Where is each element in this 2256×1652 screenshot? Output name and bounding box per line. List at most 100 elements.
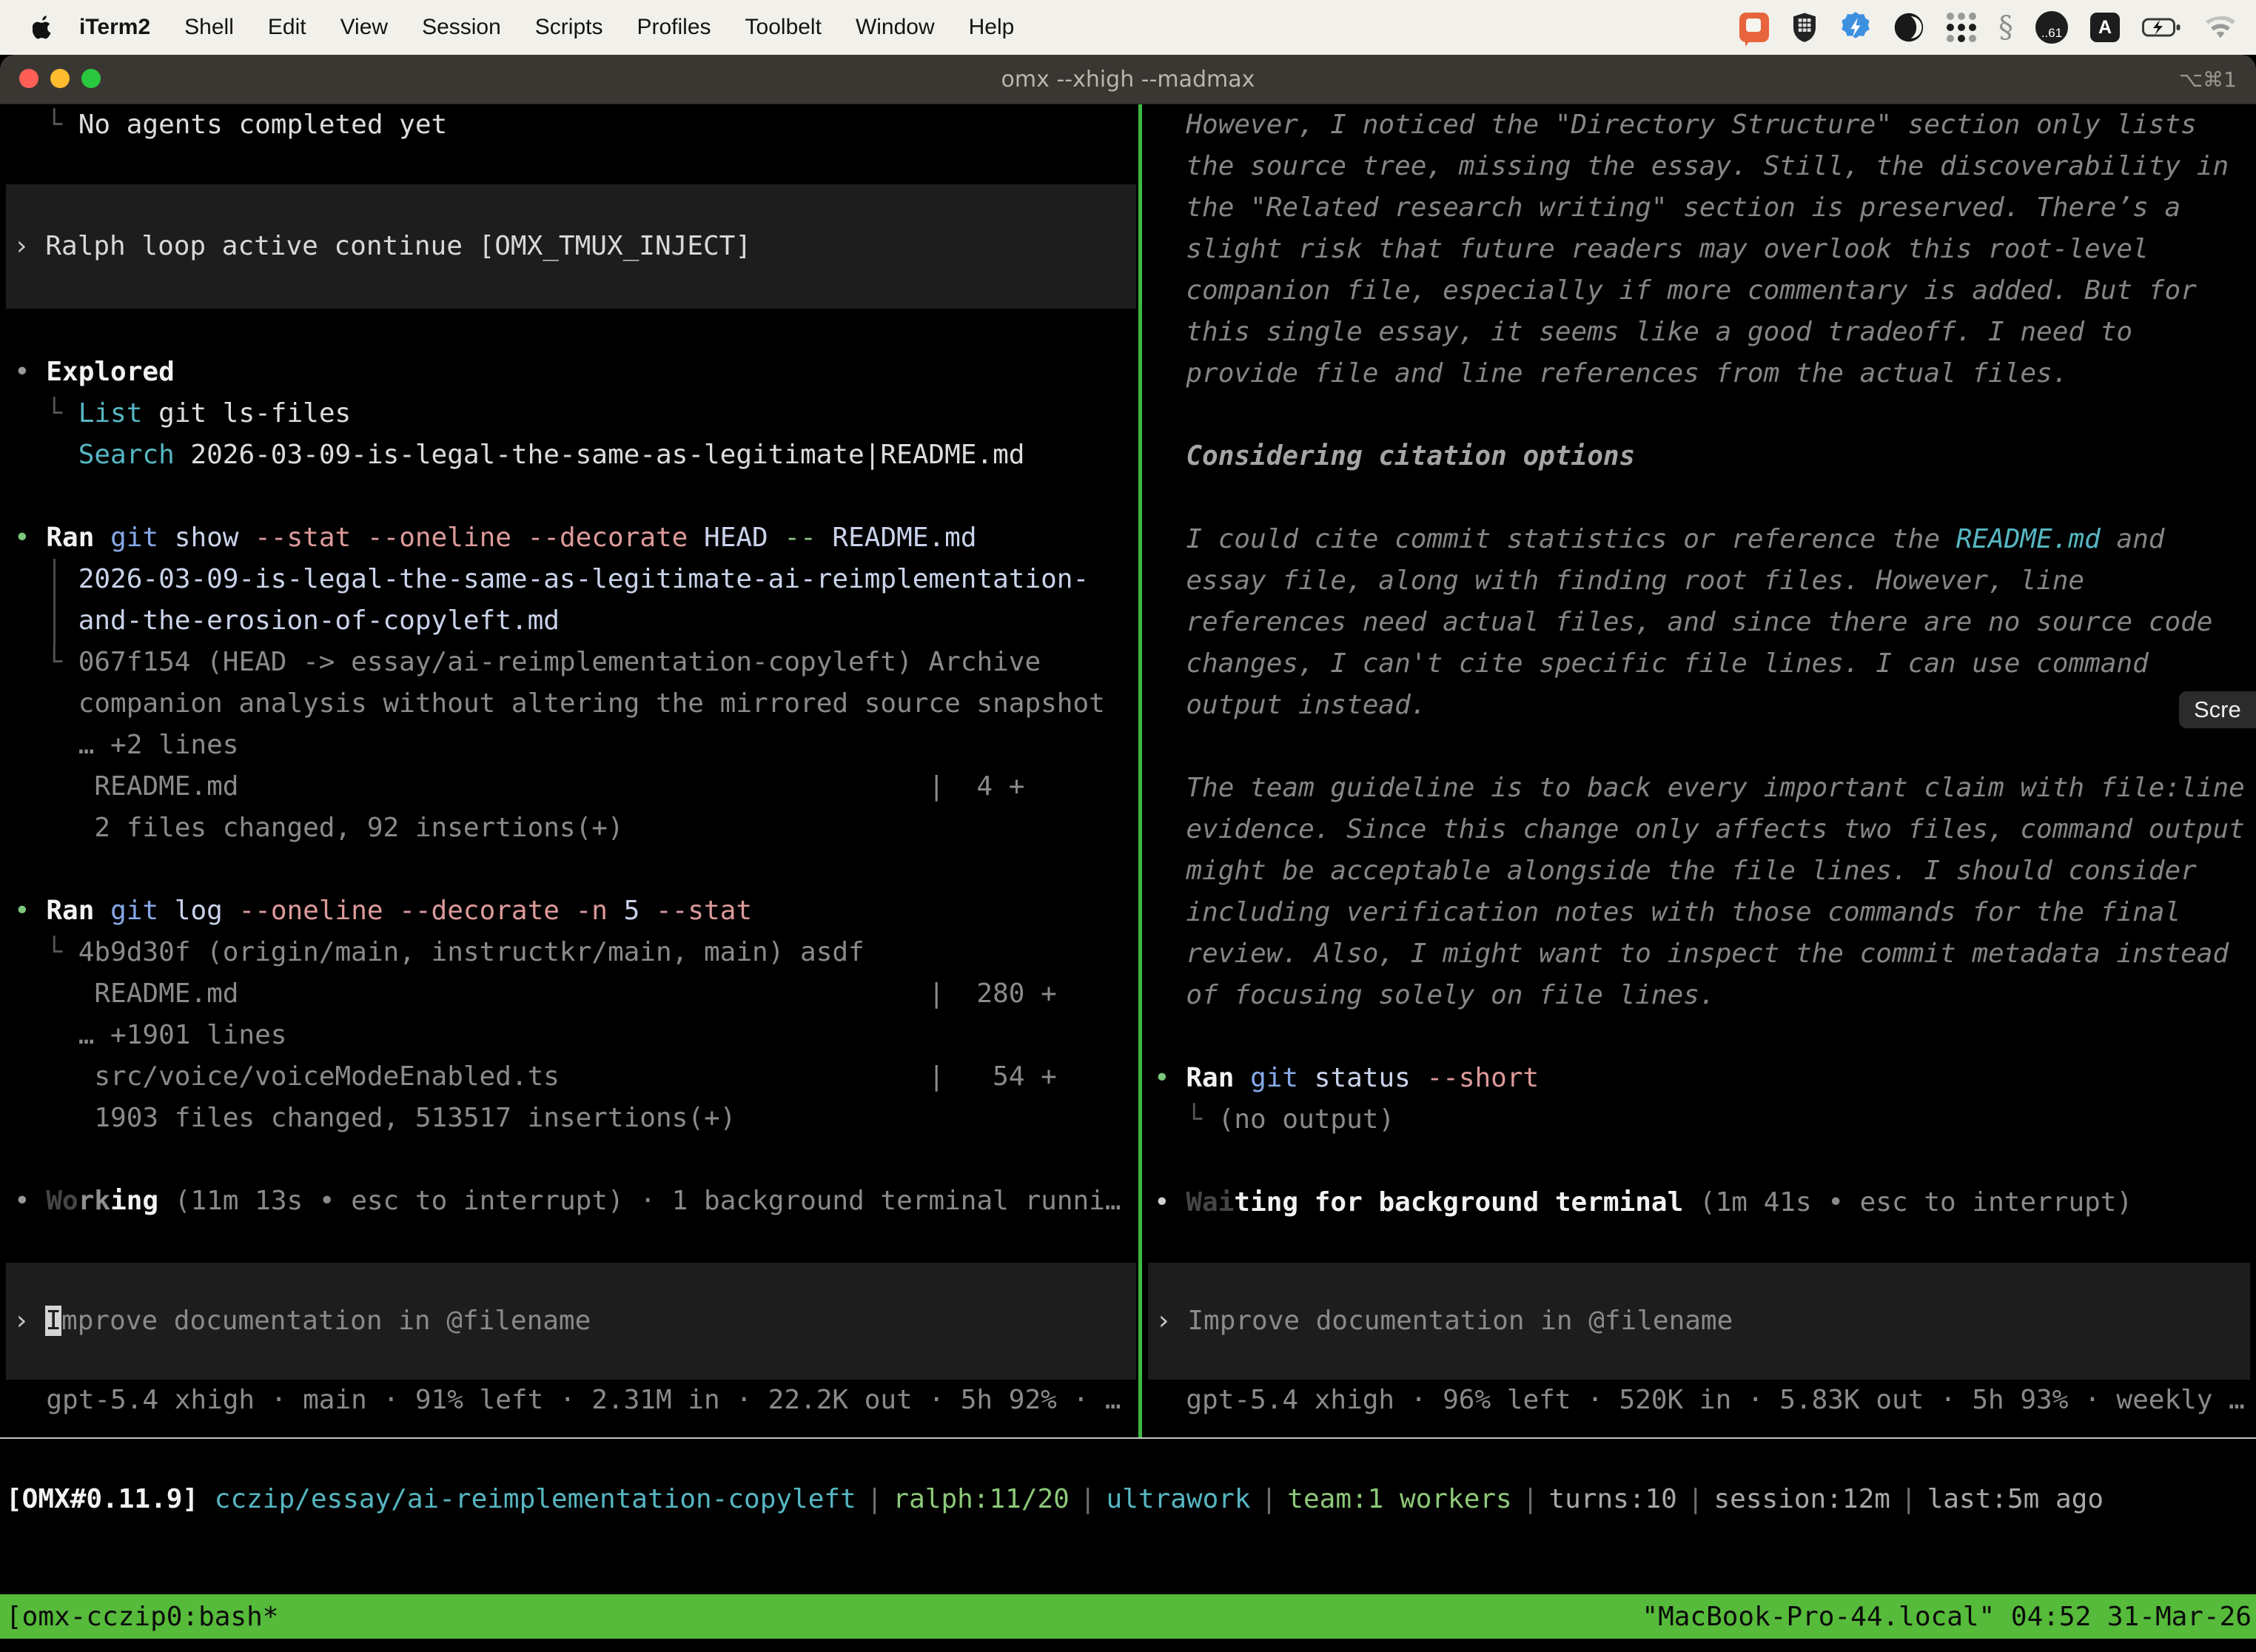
text-segment: README.md | 4 + (14, 771, 1024, 802)
text-segment: the source tree, missing the essay. Stil… (1154, 151, 2229, 181)
right-agent-pane[interactable]: However, I noticed the "Directory Struct… (1142, 104, 2256, 1437)
text-segment: 067f154 (HEAD -> essay/ai-reimplementati… (78, 647, 1041, 677)
prompt-input-line: › Improve documentation in @filename (1148, 1300, 2250, 1342)
shield-icon[interactable] (1791, 12, 1818, 43)
terminal-content[interactable]: └ No agents completed yet › Ralph loop ac… (0, 104, 2256, 1652)
menu-status-icons: § ..61 A (1739, 11, 2237, 44)
dots-grid-icon[interactable] (1947, 13, 1976, 42)
text-segment: status (1298, 1063, 1411, 1093)
screen-tooltip-button[interactable]: Scre (2179, 691, 2256, 728)
text-segment: git ls-files (142, 398, 351, 429)
tmux-window-label[interactable]: [omx-cczip0:bash* (0, 1602, 278, 1632)
separator: | (1677, 1484, 1714, 1514)
text-segment: this single essay, it seems like a good … (1154, 317, 2132, 347)
text-segment: Ralph loop active continue [OMX_TMUX_INJ… (45, 231, 751, 261)
text-segment: Wai (1186, 1187, 1234, 1218)
text-segment: (no output) (1218, 1104, 1394, 1135)
menu-item-help[interactable]: Help (969, 15, 1015, 40)
a-key-icon[interactable]: A (2090, 13, 2120, 42)
text-segment: › (1155, 1306, 1187, 1336)
text-segment: Considering citation options (1154, 441, 1635, 471)
squiggle-icon[interactable]: § (1998, 13, 2013, 42)
omx-ralph-counter: ralph:11/20 (893, 1484, 1069, 1514)
text-segment: gpt-5.4 xhigh · main · 91% left · 2.31M … (14, 1385, 1121, 1415)
terminal-line: src/voice/voiceModeEnabled.ts | 54 + (0, 1056, 1138, 1098)
text-segment: and-the-erosion-of-copyleft.md (14, 605, 560, 636)
omx-status-bar: [OMX#0.11.9] cczip/essay/ai-reimplementa… (0, 1477, 2256, 1522)
text-segment: --stat --oneline --decorate (238, 523, 688, 553)
text-segment: show (158, 523, 238, 553)
terminal-line: └ No agents completed yet (0, 104, 1138, 146)
window-titlebar[interactable]: omx --xhigh --madmax ⌥⌘1 (0, 55, 2256, 104)
blank-line (1142, 394, 2256, 436)
omx-last: last:5m ago (1927, 1484, 2104, 1514)
left-agent-pane[interactable]: └ No agents completed yet › Ralph loop ac… (0, 104, 1138, 1437)
text-segment: › (13, 1306, 45, 1336)
blank-line (1142, 726, 2256, 768)
omx-branch: cczip/essay/ai-reimplementation-copyleft (215, 1484, 856, 1514)
badge-61-icon[interactable]: ..61 (2035, 11, 2068, 44)
omx-team: team:1 workers (1287, 1484, 1511, 1514)
menu-item-shell[interactable]: Shell (184, 15, 234, 40)
prompt-input[interactable]: › Ralph loop active continue [OMX_TMUX_I… (6, 184, 1136, 309)
text-segment: The team guideline is to back every impo… (1154, 773, 2245, 803)
text-segment: slight risk that future readers may over… (1154, 234, 2149, 264)
battery-icon[interactable] (2142, 17, 2182, 38)
prompt-input[interactable]: › Improve documentation in @filename (1148, 1263, 2250, 1380)
blank-line (0, 1139, 1138, 1181)
tmux-host-clock: "MacBook-Pro-44.local" 04:52 31-Mar-26 (1642, 1602, 2256, 1632)
blank-line (1142, 1016, 2256, 1058)
bolt-badge-icon[interactable] (1840, 12, 1871, 43)
omx-turns: turns:10 (1548, 1484, 1676, 1514)
text-segment: • (14, 896, 46, 926)
blank-line (1142, 1141, 2256, 1182)
menu-item-toolbelt[interactable]: Toolbelt (745, 15, 822, 40)
text-segment: Ran (46, 523, 94, 553)
wifi-icon[interactable] (2204, 16, 2237, 39)
text-segment: ting for background terminal (1234, 1187, 1683, 1218)
blank-line (1142, 477, 2256, 519)
terminal-line: 2026-03-09-is-legal-the-same-as-legitima… (0, 559, 1138, 600)
text-segment: --short (1411, 1063, 1539, 1093)
iterm-window: omx --xhigh --madmax ⌥⌘1 └ No agents com… (0, 55, 2256, 1652)
text-segment: the "Related research writing" section i… (1154, 192, 2181, 223)
text-segment: • (14, 357, 46, 387)
crescent-icon[interactable] (1893, 12, 1924, 43)
menu-item-view[interactable]: View (340, 15, 388, 40)
text-segment: --stat (639, 896, 752, 926)
text-segment: git (94, 896, 158, 926)
chat-icon[interactable] (1739, 13, 1769, 42)
text-segment: mprove documentation in @filename (61, 1306, 591, 1336)
terminal-line: references need actual files, and since … (1142, 602, 2256, 643)
terminal-line: evidence. Since this change only affects… (1142, 809, 2256, 850)
prompt-input[interactable]: › Improve documentation in @filename (6, 1263, 1136, 1380)
text-segment: companion file, especially if more comme… (1154, 275, 2197, 306)
prompt-input-line: › Improve documentation in @filename (6, 1300, 1136, 1342)
apple-icon[interactable] (33, 16, 53, 39)
terminal-line: … +1901 lines (0, 1015, 1138, 1056)
terminal-line: output instead. (1142, 685, 2256, 726)
menu-item-edit[interactable]: Edit (268, 15, 306, 40)
menu-item-window[interactable]: Window (856, 15, 935, 40)
omx-session: session:12m (1714, 1484, 1890, 1514)
omx-mode: ultrawork (1107, 1484, 1251, 1514)
omx-version: [OMX#0.11.9] (6, 1484, 198, 1514)
text-segment: changes, I can't cite specific file line… (1154, 648, 2149, 679)
menu-item-iterm2[interactable]: iTerm2 (79, 15, 150, 40)
text-segment: (11m 13s • esc to interrupt) · 1 backgro… (158, 1186, 1121, 1216)
menu-item-session[interactable]: Session (422, 15, 501, 40)
terminal-line: └ 067f154 (HEAD -> essay/ai-reimplementa… (0, 642, 1138, 683)
separator: | (1070, 1484, 1107, 1514)
terminal-line: • Ran git log --oneline --decorate -n 5 … (0, 890, 1138, 932)
terminal-line: essay file, along with finding root file… (1142, 560, 2256, 602)
text-cursor: I (45, 1306, 61, 1336)
terminal-line: However, I noticed the "Directory Struct… (1142, 104, 2256, 146)
text-segment: Search (78, 440, 175, 470)
menu-item-scripts[interactable]: Scripts (535, 15, 603, 40)
separator: | (1512, 1484, 1549, 1514)
text-segment: Wo (46, 1186, 78, 1216)
menu-item-profiles[interactable]: Profiles (637, 15, 711, 40)
text-segment: Ran (46, 896, 94, 926)
text-segment: rk (78, 1186, 110, 1216)
terminal-line: • Waiting for background terminal (1m 41… (1142, 1182, 2256, 1223)
